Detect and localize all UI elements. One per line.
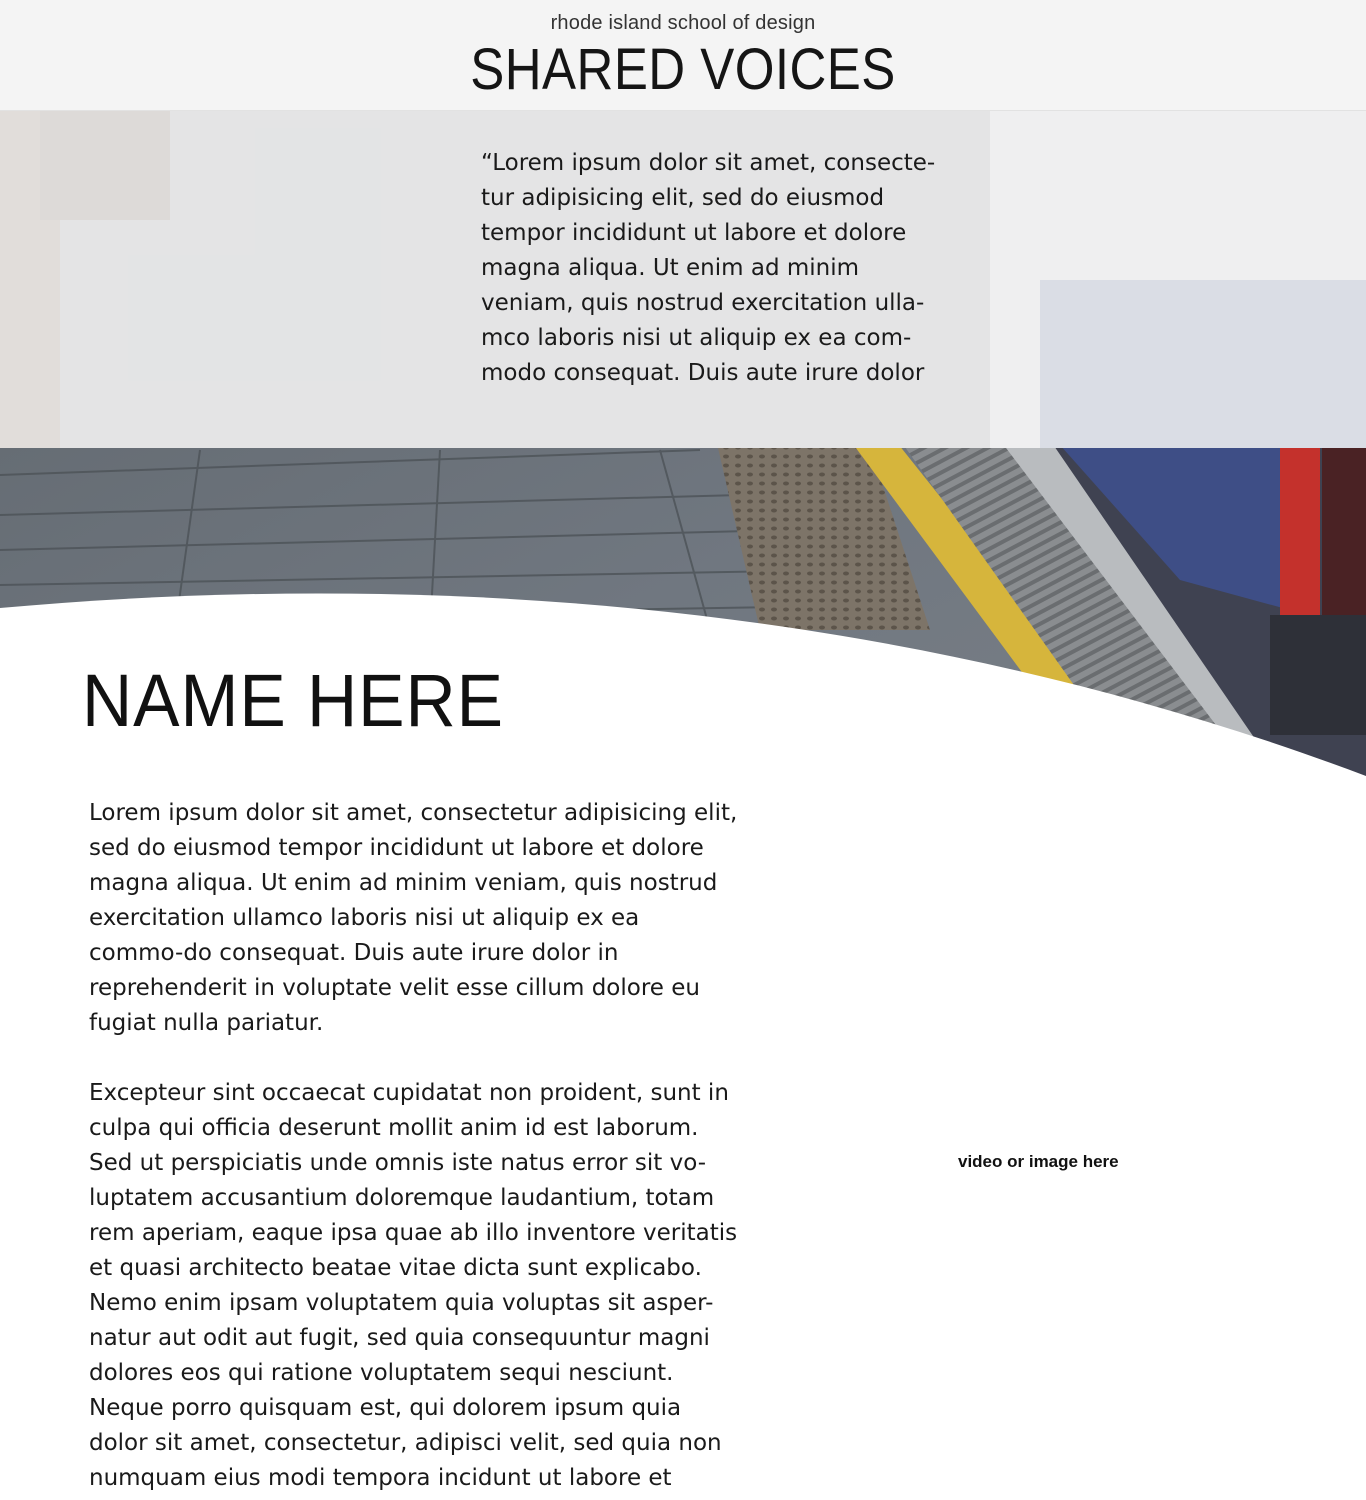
quote-overlay: “Lorem ipsum dolor sit amet, consecte-tu… xyxy=(0,110,1366,448)
media-placeholder[interactable]: video or image here xyxy=(760,800,1330,1500)
site-header: rhode island school of design SHARED VOI… xyxy=(0,0,1366,111)
pull-quote: “Lorem ipsum dolor sit amet, consecte-tu… xyxy=(481,150,936,386)
person-name: NAME HERE xyxy=(82,659,505,742)
bio-paragraph: Lorem ipsum dolor sit amet, consectetur … xyxy=(89,800,738,1036)
site-title: SHARED VOICES xyxy=(470,37,896,102)
site-subtitle: rhode island school of design xyxy=(550,12,816,34)
bio-paragraph: Excepteur sint occaecat cupidatat non pr… xyxy=(89,1080,738,1491)
bio-text: Lorem ipsum dolor sit amet, consectetur … xyxy=(89,796,739,1500)
page: rhode island school of design SHARED VOI… xyxy=(0,0,1366,1500)
media-placeholder-label: video or image here xyxy=(958,1152,1119,1171)
